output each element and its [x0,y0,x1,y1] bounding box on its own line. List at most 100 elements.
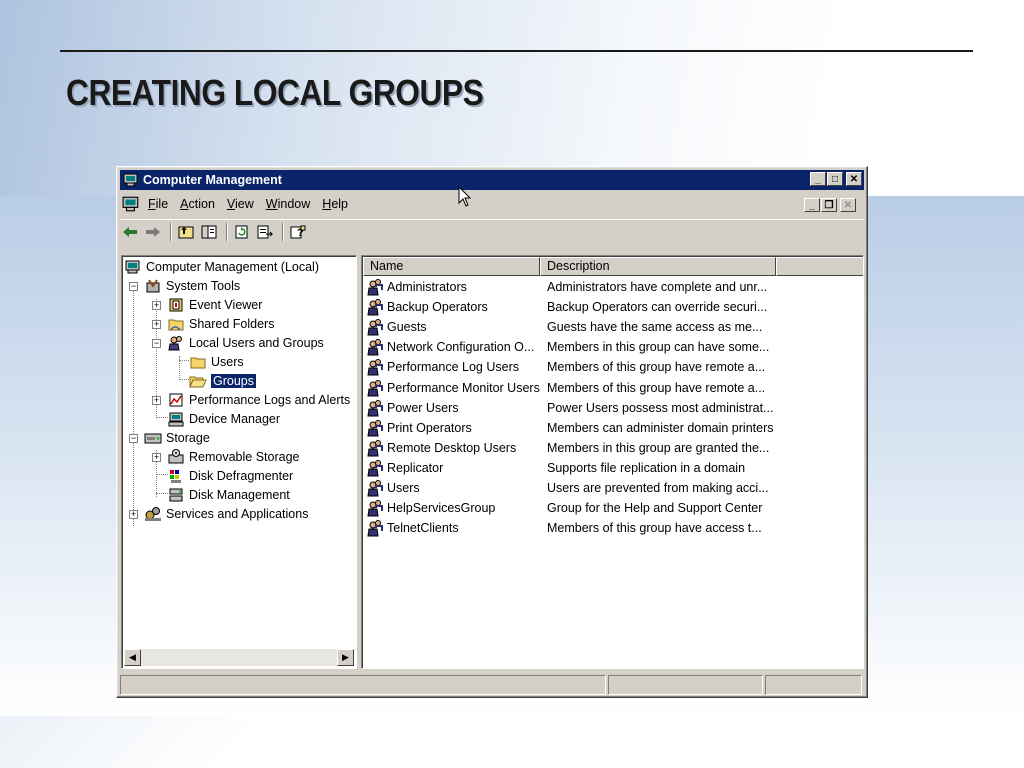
list-item[interactable]: HelpServicesGroup Group for the Help and … [366,498,762,518]
list-item[interactable]: Power Users Power Users possess most admi… [366,398,773,418]
list-item[interactable]: TelnetClients Members of this group have … [366,518,762,538]
export-list-icon [257,225,273,239]
group-icon [367,480,383,497]
menu-bar: File Action View Window Help _ ❐ ✕ [120,193,864,215]
list-item[interactable]: Users Users are prevented from making acc… [366,478,769,498]
help-icon: ? [290,225,306,239]
list-item[interactable]: Remote Desktop Users Members in this grou… [366,438,769,458]
expand-toggle[interactable]: + [152,453,161,462]
expand-toggle[interactable]: + [129,510,138,519]
scroll-right-button[interactable]: ▶ [337,649,354,666]
collapse-toggle[interactable]: − [129,434,138,443]
list-item[interactable]: Print Operators Members can administer do… [366,418,773,438]
minimize-button[interactable]: _ [810,172,826,186]
show-hide-tree-button[interactable] [199,223,219,241]
tree-node-removable-storage[interactable]: Removable Storage [167,448,299,466]
group-icon [367,439,383,457]
tree-node-system-tools[interactable]: System Tools [144,277,240,295]
forward-arrow-icon [146,227,160,237]
tree-connector [179,360,189,361]
tree-node-groups[interactable]: Groups [189,372,257,390]
maximize-button[interactable]: □ [827,172,843,186]
export-list-button[interactable] [255,223,275,241]
defragmenter-icon [167,468,185,484]
group-description: Backup Operators can override securi... [547,300,768,315]
group-icon [367,419,383,437]
group-icon [367,459,383,477]
up-one-level-button[interactable] [176,223,196,241]
refresh-button[interactable] [232,223,252,241]
tree-node-disk-defragmenter[interactable]: Disk Defragmenter [167,467,293,485]
tree-node-device-manager[interactable]: Device Manager [167,410,280,428]
computer-management-icon [123,173,138,187]
tree-node-services-apps[interactable]: Services and Applications [144,505,308,523]
mdi-minimize-button[interactable]: _ [804,198,820,212]
back-arrow-icon [123,227,137,237]
maximize-icon: □ [831,173,839,185]
forward-button[interactable] [143,223,163,241]
mdi-close-button[interactable]: ✕ [840,198,856,212]
groups-list[interactable]: Name Description Administrators Administr… [361,255,864,669]
close-icon: ✕ [849,173,859,185]
tree-node-storage[interactable]: Storage [144,429,210,447]
group-description: Members of this group have remote a... [547,380,766,395]
group-description: Group for the Help and Support Center [547,501,763,516]
status-cell [120,675,606,695]
slide-title: CREATING LOCAL GROUPS [66,72,484,113]
refresh-icon [235,225,248,239]
tree-node-local-users-groups[interactable]: Local Users and Groups [167,334,324,352]
group-icon [367,359,383,376]
tree-node-root[interactable]: Computer Management (Local) [124,258,319,276]
back-button[interactable] [120,223,140,241]
tree-node-performance-logs[interactable]: Performance Logs and Alerts [167,391,350,409]
list-item[interactable]: Performance Log Users Members of this gro… [366,357,765,377]
menu-action[interactable]: Action [174,197,221,211]
title-rule [60,50,973,52]
help-button[interactable]: ? [288,223,308,241]
menu-help[interactable]: Help [316,197,354,211]
tree-horizontal-scrollbar[interactable]: ◀ ▶ [124,649,354,666]
device-manager-icon [167,411,185,427]
column-header-empty [776,257,863,276]
menu-view[interactable]: View [221,197,260,211]
group-icon [367,299,383,316]
group-name: HelpServicesGroup [387,501,496,516]
menu-window[interactable]: Window [260,197,316,211]
collapse-toggle[interactable]: − [152,339,161,348]
expand-toggle[interactable]: + [152,396,161,405]
group-description: Members in this group can have some... [547,340,770,355]
event-viewer-icon [167,297,185,313]
status-cell [765,675,862,695]
mdi-restore-button[interactable]: ❐ [821,198,837,212]
group-icon [367,500,383,517]
tree-node-event-viewer[interactable]: Event Viewer [167,296,262,314]
mouse-pointer-icon [458,186,472,207]
toolbar-separator [170,223,172,241]
expand-toggle[interactable]: + [152,301,161,310]
list-item[interactable]: Guests Guests have the same access as me.… [366,317,762,337]
list-item[interactable]: Performance Monitor Users Members of this… [366,378,765,398]
group-icon [367,399,383,417]
expand-toggle[interactable]: + [152,320,161,329]
list-item[interactable]: Network Configuration O... Members in thi… [366,337,769,357]
group-name: Guests [387,320,427,335]
title-bar[interactable]: Computer Management _ □ ✕ [120,170,864,190]
tree-node-shared-folders[interactable]: Shared Folders [167,315,274,333]
list-item[interactable]: Administrators Administrators have comple… [366,277,767,297]
list-item[interactable]: Replicator Supports file replication in a… [366,458,745,478]
scroll-left-button[interactable]: ◀ [124,649,141,666]
column-header-description[interactable]: Description [540,257,776,276]
menu-file[interactable]: File [142,197,174,211]
console-tree-icon [201,225,217,239]
up-folder-icon [178,226,194,239]
tree-node-users[interactable]: Users [189,353,244,371]
console-tree[interactable]: Computer Management (Local) − System Too… [121,255,357,669]
list-item[interactable]: Backup Operators Backup Operators can ove… [366,297,767,317]
collapse-toggle[interactable]: − [129,282,138,291]
column-header-name[interactable]: Name [363,257,540,276]
tree-node-disk-management[interactable]: Disk Management [167,486,290,504]
toolbar: ? [120,219,864,244]
minimize-icon: _ [809,199,815,211]
close-button[interactable]: ✕ [846,172,862,186]
status-bar [120,675,864,695]
